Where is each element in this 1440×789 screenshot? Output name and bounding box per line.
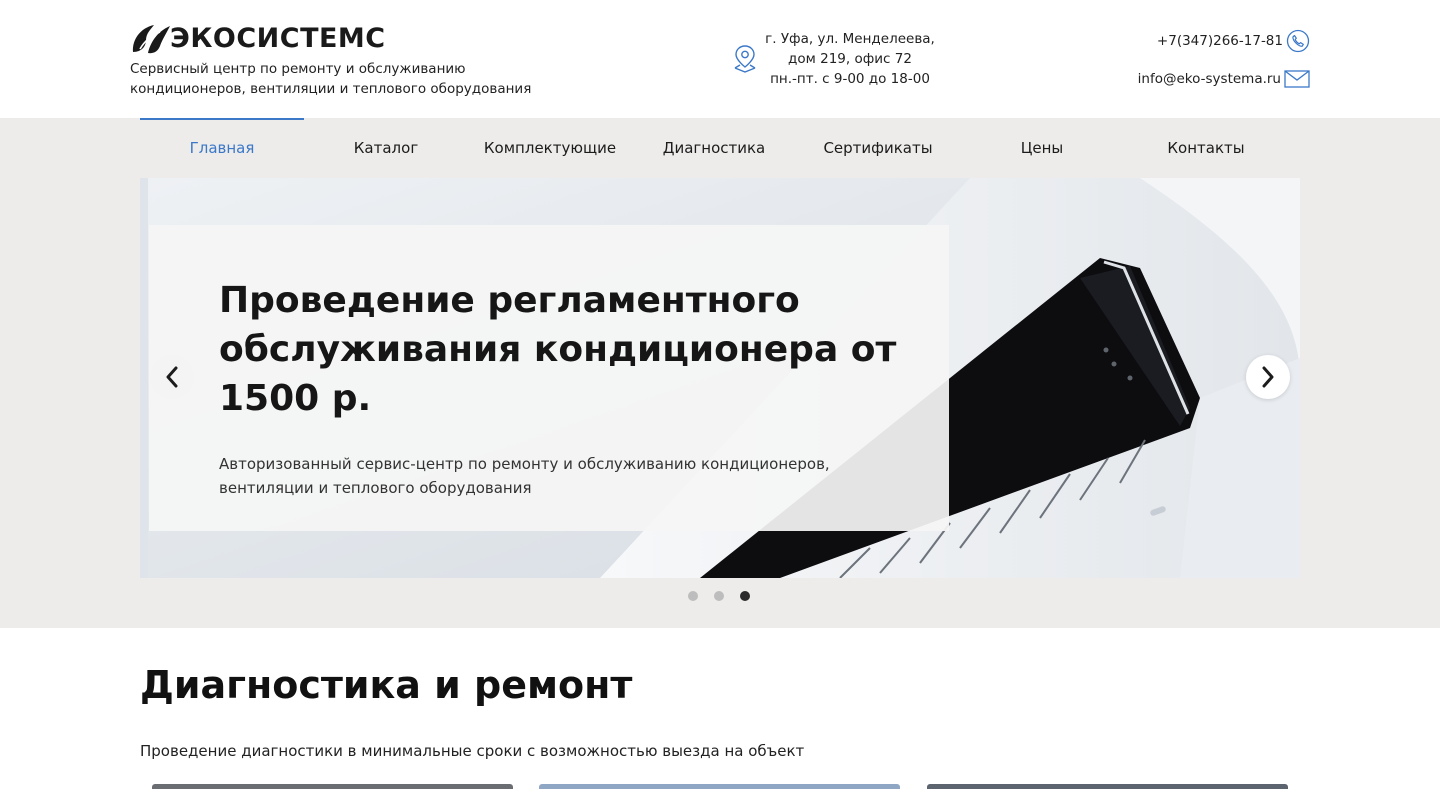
nav-item-contacts[interactable]: Контакты (1124, 118, 1288, 178)
address-line-hours: пн.-пт. с 9-00 до 18-00 (770, 71, 930, 87)
main-navigation: Главная Каталог Комплектующие Диагностик… (140, 118, 1300, 178)
nav-item-prices[interactable]: Цены (960, 118, 1124, 178)
phone-icon (1286, 29, 1310, 53)
service-cards (152, 784, 1288, 789)
address-text: г. Уфа, ул. Менделеева, дом 219, офис 72… (752, 29, 948, 89)
address-block: г. Уфа, ул. Менделеева, дом 219, офис 72… (732, 29, 942, 91)
slider-dots (688, 591, 750, 601)
chevron-left-icon (166, 366, 178, 388)
slider-dot-3[interactable] (740, 591, 750, 601)
service-card[interactable] (539, 784, 900, 789)
address-line-street: г. Уфа, ул. Менделеева, (765, 31, 935, 47)
address-line-office: дом 219, офис 72 (788, 51, 912, 67)
section-title: Диагностика и ремонт (140, 663, 633, 707)
slider-prev-button[interactable] (150, 355, 194, 399)
site-header: ЭКОСИСТЕМС Сервисный центр по ремонту и … (0, 0, 1440, 118)
service-card[interactable] (927, 784, 1288, 789)
phone-contact[interactable]: +7(347)266-17-81 (1050, 29, 1310, 53)
chevron-right-icon (1262, 366, 1274, 388)
envelope-icon (1284, 70, 1310, 88)
slide-subtitle: Авторизованный сервис-центр по ремонту и… (219, 455, 830, 497)
nav-item-diagnostics[interactable]: Диагностика (632, 118, 796, 178)
logo[interactable]: ЭКОСИСТЕМС (130, 22, 386, 56)
hero-section: Главная Каталог Комплектующие Диагностик… (0, 118, 1440, 628)
brand-name: ЭКОСИСТЕМС (170, 23, 386, 54)
brand-tagline: Сервисный центр по ремонту и обслуживани… (130, 61, 532, 97)
section-subtitle: Проведение диагностики в минимальные сро… (140, 742, 805, 760)
email-contact[interactable]: info@eko-systema.ru (1050, 67, 1310, 91)
slider-dot-1[interactable] (688, 591, 698, 601)
nav-item-catalog[interactable]: Каталог (304, 118, 468, 178)
stylized-leaf-logo-icon (132, 25, 170, 54)
nav-item-components[interactable]: Комплектующие (468, 118, 632, 178)
email-address[interactable]: info@eko-systema.ru (1138, 71, 1281, 87)
service-card[interactable] (152, 784, 513, 789)
nav-item-home[interactable]: Главная (140, 118, 304, 178)
slider-dot-2[interactable] (714, 591, 724, 601)
nav-item-certificates[interactable]: Сертификаты (796, 118, 960, 178)
phone-number[interactable]: +7(347)266-17-81 (1157, 33, 1283, 49)
slider-next-button[interactable] (1246, 355, 1290, 399)
hero-slider: Проведение регламентного обслуживания ко… (140, 178, 1300, 578)
contacts-block: +7(347)266-17-81 info@eko-systema.ru (1050, 29, 1310, 105)
slide-title: Проведение регламентного обслуживания ко… (219, 280, 897, 419)
